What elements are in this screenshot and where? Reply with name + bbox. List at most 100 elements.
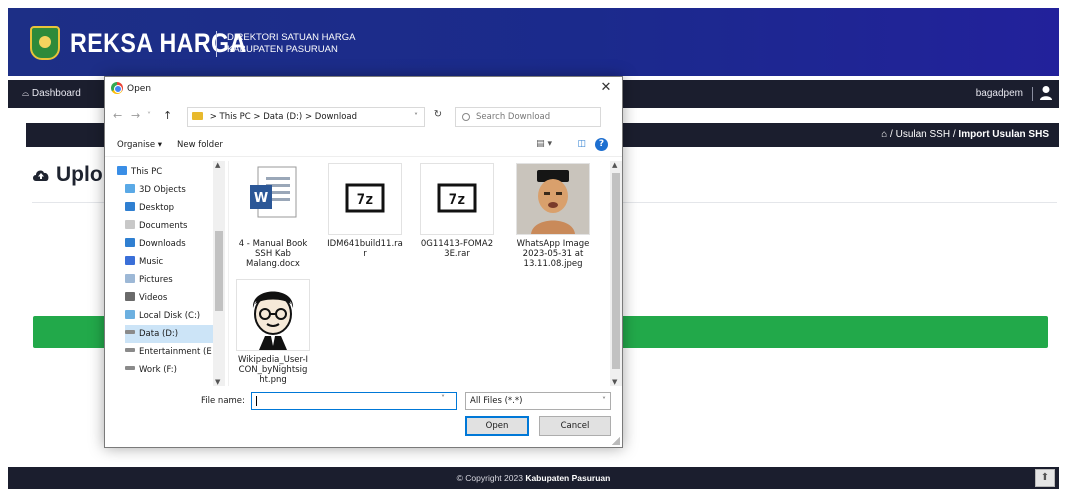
chrome-icon (111, 82, 123, 94)
brand-subtitle-line2: KABUPATEN PASURUAN (227, 44, 338, 55)
nav-item-music[interactable]: Music (125, 253, 223, 271)
scroll-up-icon[interactable]: ▲ (215, 161, 220, 169)
breadcrumb-usulan-ssh[interactable]: Usulan SSH (896, 129, 950, 140)
search-input[interactable]: Search Download (455, 107, 601, 127)
address-download[interactable]: Download (315, 112, 357, 122)
refresh-icon[interactable]: ↻ (429, 109, 447, 120)
file-item[interactable]: 7z 0G11413-FOMA2 3E.rar (419, 163, 495, 259)
breadcrumb-separator: / (890, 129, 893, 140)
page-title: Uplo (32, 163, 103, 187)
new-folder-button[interactable]: New folder (177, 140, 223, 150)
footer-copyright: © Copyright 2023 (456, 473, 523, 483)
nav-item-data-d[interactable]: Data (D:) (125, 325, 213, 343)
navigation-pane: This PC 3D Objects Desktop Documents Dow… (115, 161, 229, 386)
nav-item-work-f[interactable]: Work (F:) (125, 361, 213, 379)
picture-icon (125, 274, 135, 283)
nav-item-videos[interactable]: Videos (125, 289, 223, 307)
wikipedia-user-icon-thumbnail (236, 279, 310, 351)
file-type-select[interactable]: All Files (*.*) ˅ (465, 392, 611, 410)
address-this-pc[interactable]: This PC (220, 112, 251, 122)
scroll-down-icon[interactable]: ▼ (215, 378, 220, 386)
search-icon (462, 113, 470, 121)
file-item[interactable]: W 4 - Manual Book SSH Kab Malang.docx (235, 163, 311, 269)
forward-arrow-icon[interactable]: → (131, 109, 140, 122)
address-dropdown-icon[interactable]: ˅ (414, 108, 418, 126)
file-name: 4 - Manual Book SSH Kab Malang.docx (238, 239, 308, 269)
resize-grip[interactable] (612, 437, 620, 445)
scrollbar-thumb[interactable] (612, 173, 620, 369)
svg-text:7z: 7z (449, 192, 466, 208)
nav-item-this-pc[interactable]: This PC (117, 163, 215, 181)
dashboard-link[interactable]: ⌓ Dashboard (22, 88, 81, 99)
nav-item-desktop[interactable]: Desktop (125, 199, 223, 217)
nav-label: Desktop (139, 203, 175, 213)
help-icon[interactable]: ? (595, 138, 608, 151)
nav-item-3d-objects[interactable]: 3D Objects (125, 181, 223, 199)
page-title-text: Uplo (56, 163, 103, 186)
nav-label: Entertainment (E (139, 347, 212, 357)
file-item[interactable]: Wikipedia_User-I CON_byNightsig ht.png (235, 279, 311, 385)
folder-icon (192, 112, 203, 120)
svg-text:W: W (254, 191, 268, 206)
nav-item-entertainment-e[interactable]: Entertainment (E (125, 343, 213, 361)
file-name-input[interactable] (251, 392, 457, 410)
download-icon (125, 238, 135, 247)
file-name-dropdown-icon[interactable]: ˅ (441, 394, 445, 403)
address-data-d[interactable]: Data (D:) (263, 112, 302, 122)
nav-label: Data (D:) (139, 329, 179, 339)
nav-item-local-disk-c[interactable]: Local Disk (C:) (125, 307, 223, 325)
back-arrow-icon[interactable]: ← (113, 109, 122, 122)
word-document-icon: W (236, 163, 310, 235)
close-icon[interactable]: ✕ (598, 80, 614, 95)
drive-icon (125, 330, 135, 334)
address-bar[interactable]: > This PC > Data (D:) > Download ˅ (187, 107, 425, 127)
up-arrow-icon[interactable]: ↑ (163, 109, 172, 122)
chevron-down-icon: ˅ (602, 396, 606, 405)
dialog-title: Open (127, 84, 152, 94)
preview-pane-icon[interactable]: ◫ (577, 139, 586, 149)
file-name: IDM641build11.ra r (327, 239, 403, 259)
file-item[interactable]: 7z IDM641build11.ra r (327, 163, 403, 259)
address-chevron: > (253, 112, 261, 122)
dashboard-label: Dashboard (31, 88, 81, 99)
nav-label: This PC (131, 167, 163, 177)
video-icon (125, 292, 135, 301)
disk-icon (125, 310, 135, 319)
file-name: WhatsApp Image 2023-05-31 at 13.11.08.jp… (516, 239, 590, 269)
recent-dropdown-icon[interactable]: ˅ (147, 111, 151, 120)
arrow-up-icon: ⬆ (1040, 472, 1050, 483)
document-icon (125, 220, 135, 229)
address-chevron: > (209, 112, 217, 122)
brand-title: REKSA HARGA (70, 28, 247, 58)
computer-icon (117, 166, 127, 175)
drive-icon (125, 366, 135, 370)
nav-item-downloads[interactable]: Downloads (125, 235, 223, 253)
cancel-button[interactable]: Cancel (539, 416, 611, 436)
cloud-upload-icon (33, 170, 49, 182)
open-button[interactable]: Open (465, 416, 529, 436)
nav-item-documents[interactable]: Documents (125, 217, 223, 235)
file-item[interactable]: WhatsApp Image 2023-05-31 at 13.11.08.jp… (515, 163, 591, 269)
drive-icon (125, 348, 135, 352)
brand-subtitle-line1: DIREKTORI SATUAN HARGA (227, 32, 356, 43)
file-name: 0G11413-FOMA2 3E.rar (420, 239, 494, 259)
nav-item-pictures[interactable]: Pictures (125, 271, 223, 289)
scroll-up-icon[interactable]: ▲ (612, 161, 617, 169)
file-name-label: File name: (201, 396, 245, 406)
organise-menu[interactable]: Organise ▾ (117, 140, 162, 150)
breadcrumb-separator: / (952, 129, 956, 140)
home-icon[interactable]: ⌂ (881, 129, 887, 140)
nav-label: Documents (139, 221, 188, 231)
file-type-value: All Files (*.*) (470, 396, 523, 406)
back-to-top-button[interactable]: ⬆ (1035, 469, 1055, 487)
brand-divider (216, 31, 217, 57)
scrollbar-thumb[interactable] (215, 231, 223, 311)
scroll-down-icon[interactable]: ▼ (612, 378, 617, 386)
nav-pane-scrollbar[interactable]: ▲ ▼ (213, 161, 225, 386)
user-icon[interactable] (1039, 85, 1053, 101)
view-options-icon[interactable]: ▤ ▾ (536, 139, 552, 149)
user-menu-name[interactable]: bagadpem (976, 88, 1023, 99)
file-list-scrollbar[interactable]: ▲ ▼ (610, 161, 622, 386)
dialog-toolbar: Organise ▾ New folder ▤ ▾ ◫ ? (105, 135, 622, 157)
desktop-icon (125, 202, 135, 211)
